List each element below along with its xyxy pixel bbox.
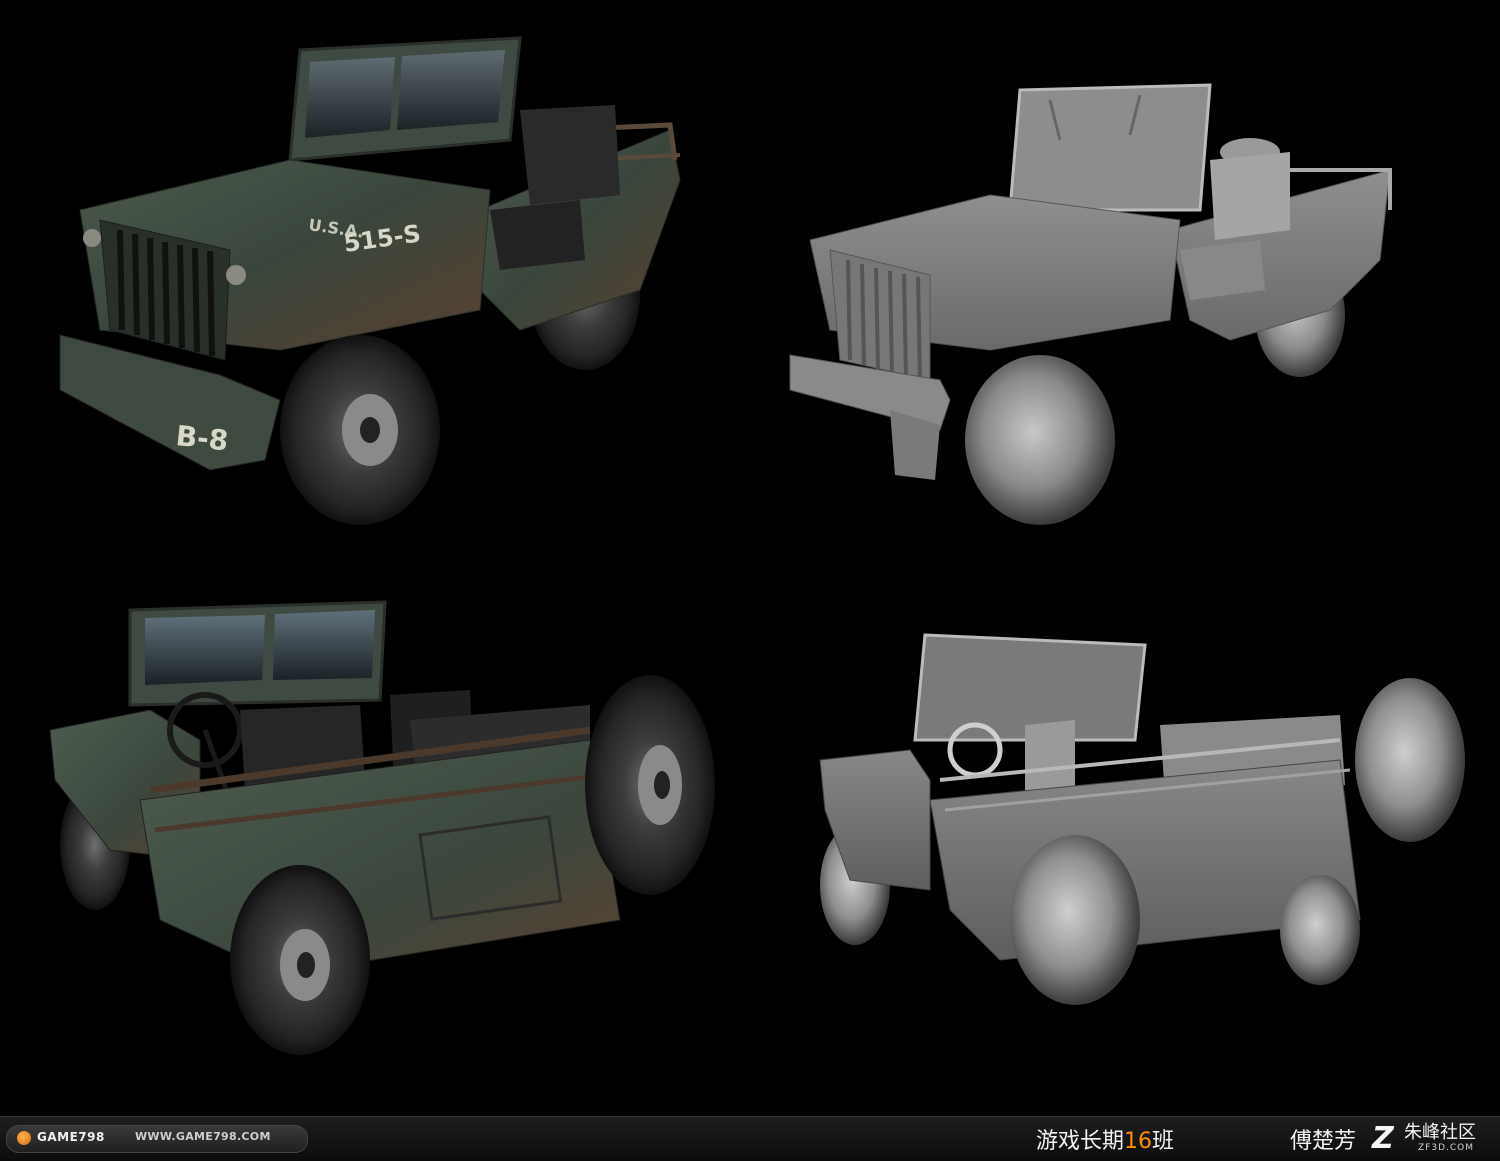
zf-logo-icon: Z — [1372, 1121, 1394, 1156]
untextured-jeep-front-render — [770, 80, 1430, 540]
brand-url: WWW.GAME798.COM — [135, 1130, 271, 1143]
textured-jeep-front-render: U.S.A. 515-S B-8 — [40, 30, 700, 530]
brand-name: GAME798 — [37, 1130, 105, 1144]
svg-text:B-8: B-8 — [174, 419, 230, 457]
author-name: 傅楚芳 — [1290, 1129, 1357, 1154]
game798-logo-icon — [17, 1131, 31, 1145]
textured-jeep-rear-render — [30, 590, 730, 1060]
community-name: 朱峰社区 — [1404, 1122, 1476, 1143]
untextured-jeep-rear-render — [800, 620, 1480, 1020]
game798-watermark: GAME798 WWW.GAME798.COM — [6, 1125, 308, 1153]
course-suffix: 班 — [1152, 1129, 1175, 1154]
community-url: ZF3D.COM — [1418, 1143, 1474, 1153]
course-prefix: 游戏长期 — [1036, 1129, 1125, 1154]
footer-bar: GAME798 WWW.GAME798.COM 游戏长期16班 傅楚芳 Z 朱峰… — [0, 1116, 1500, 1161]
course-number: 16 — [1124, 1129, 1153, 1154]
course-label: 游戏长期16班 — [1036, 1123, 1174, 1155]
